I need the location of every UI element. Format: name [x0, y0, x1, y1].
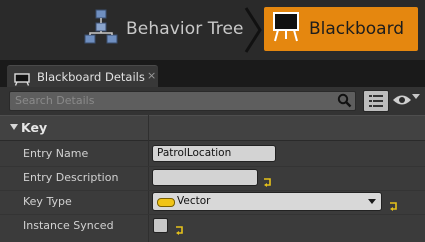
key-type-dropdown[interactable]: Vector: [152, 192, 382, 211]
property-row-entry-description: Entry Description: [0, 166, 425, 191]
mode-toolbar: Behavior Tree Blackboard: [0, 0, 425, 60]
details-panel: Search Details Key Entry Name PatrolLoca…: [0, 87, 425, 242]
close-icon[interactable]: ×: [147, 69, 156, 82]
property-row-instance-synced: Instance Synced: [0, 214, 425, 238]
property-name: Entry Name: [23, 147, 89, 160]
category-key-header[interactable]: Key: [0, 115, 425, 141]
entry-description-field[interactable]: [152, 169, 258, 186]
chevron-down-icon: [368, 199, 376, 204]
property-row-entry-name: Entry Name PatrolLocation: [0, 142, 425, 167]
search-input[interactable]: Search Details: [9, 91, 356, 111]
entry-name-field[interactable]: PatrolLocation: [152, 145, 276, 162]
behavior-tree-mode-button[interactable]: Behavior Tree: [84, 8, 244, 50]
eye-icon[interactable]: [392, 92, 412, 111]
property-row-key-type: Key Type Vector: [0, 190, 425, 215]
tab-blackboard-details[interactable]: Blackboard Details ×: [7, 65, 158, 88]
search-row: Search Details: [0, 87, 425, 115]
reset-to-default-icon[interactable]: [389, 196, 398, 215]
property-name: Key Type: [23, 195, 72, 208]
property-name: Instance Synced: [23, 219, 114, 232]
tab-label: Blackboard Details: [37, 70, 145, 84]
search-icon[interactable]: [337, 93, 352, 112]
entry-name-value: PatrolLocation: [157, 147, 232, 159]
property-name: Entry Description: [23, 171, 119, 184]
reset-to-default-icon[interactable]: [263, 172, 272, 191]
expand-triangle-icon: [10, 124, 18, 130]
tab-strip: Blackboard Details ×: [0, 60, 425, 88]
blackboard-label: Blackboard: [309, 19, 405, 39]
chevron-right-icon: [244, 6, 262, 58]
key-type-value: Vector: [177, 195, 211, 207]
chevron-down-icon[interactable]: [412, 94, 420, 99]
reset-to-default-icon[interactable]: [175, 220, 184, 239]
search-placeholder: Search Details: [15, 94, 95, 107]
behavior-tree-label: Behavior Tree: [126, 19, 244, 39]
instance-synced-checkbox[interactable]: [153, 218, 168, 233]
category-label: Key: [21, 120, 48, 135]
vector-type-icon: [157, 198, 175, 207]
blackboard-mode-button[interactable]: Blackboard: [264, 7, 418, 51]
list-icon: [369, 95, 383, 107]
view-options-button[interactable]: [363, 90, 389, 112]
blackboard-icon: [273, 12, 299, 46]
behavior-tree-icon: [84, 9, 118, 49]
